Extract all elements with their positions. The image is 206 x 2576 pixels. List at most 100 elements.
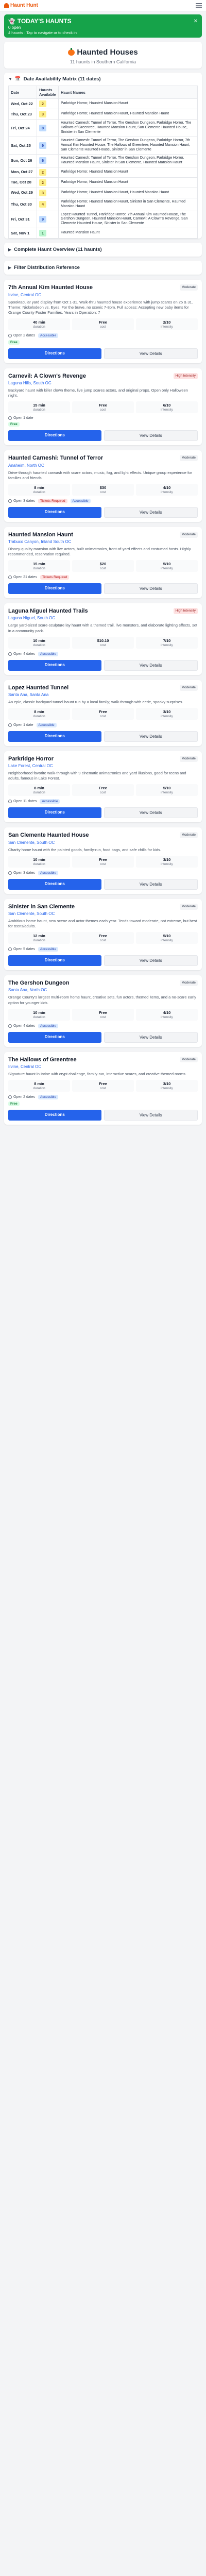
close-icon[interactable]: ✕: [194, 19, 198, 24]
haunt-stat: $20 cost: [72, 560, 134, 572]
haunt-name[interactable]: The Hallows of Greentree: [8, 1057, 77, 1063]
haunt-name[interactable]: Laguna Niguel Haunted Trails: [8, 608, 88, 615]
matrix-row: Thu, Oct 23 3 Parkridge Horror, Haunted Ma…: [8, 109, 198, 120]
directions-button[interactable]: Directions: [8, 878, 101, 890]
date-matrix-toggle[interactable]: ▼ 📅 Date Availability Matrix (11 dates): [4, 73, 202, 86]
haunt-location[interactable]: Santa Ana, Santa Ana: [8, 692, 198, 697]
matrix-row: Tue, Oct 28 2 Parkridge Horror, Haunted Ma…: [8, 177, 198, 188]
view-details-button[interactable]: View Details: [104, 583, 198, 595]
haunt-card[interactable]: Haunted Mansion Haunt Moderate Trabuco Can…: [4, 527, 202, 599]
view-details-button[interactable]: View Details: [104, 807, 198, 819]
directions-button[interactable]: Directions: [8, 506, 101, 518]
haunt-card[interactable]: Laguna Niguel Haunted Trails High Intensi…: [4, 603, 202, 675]
matrix-haunt-names: Parkridge Horror, Haunted Mansion Haunt,…: [58, 109, 198, 120]
haunt-name[interactable]: Haunted Carneshi: Tunnel of Terror: [8, 455, 103, 462]
matrix-haunt-names: Haunted Carnesh: Tunnel of Terror, The G…: [58, 119, 198, 137]
haunt-card[interactable]: 7th Annual Kim Haunted House Moderate Irvi…: [4, 280, 202, 363]
free-badge: Free: [8, 1101, 20, 1106]
haunt-card[interactable]: Parkridge Horror Moderate Lake Forest, Cen…: [4, 751, 202, 823]
matrix-count: 2: [39, 179, 46, 186]
haunt-name[interactable]: Haunted Mansion Haunt: [8, 532, 73, 538]
haunt-location[interactable]: Santa Ana, North OC: [8, 988, 198, 992]
open-dates: Open 1 date: [8, 416, 33, 420]
intensity-badge: Moderate: [179, 455, 198, 462]
view-details-button[interactable]: View Details: [104, 731, 198, 742]
haunt-name[interactable]: The Gershon Dungeon: [8, 980, 70, 987]
haunt-card[interactable]: Sinister in San Clemente Moderate San Clem…: [4, 899, 202, 971]
stat-label: duration: [33, 715, 45, 719]
haunt-stats: 10 min duration Free cost 3/10 intensity: [8, 855, 198, 868]
directions-button[interactable]: Directions: [8, 348, 101, 359]
directions-button[interactable]: Directions: [8, 1031, 101, 1043]
stat-label: duration: [33, 862, 45, 866]
view-details-button[interactable]: View Details: [104, 955, 198, 967]
app-logo[interactable]: Haunt Hunt: [4, 3, 38, 8]
directions-button[interactable]: Directions: [8, 659, 101, 671]
matrix-row: Fri, Oct 31 9 Lopez Haunted Tunnel, Parkri…: [8, 210, 198, 229]
matrix-count-cell: 8: [37, 119, 59, 137]
haunt-name[interactable]: 7th Annual Kim Haunted House: [8, 284, 93, 291]
haunt-location[interactable]: Laguna Hills, South OC: [8, 381, 198, 385]
haunt-name[interactable]: Sinister in San Clemente: [8, 904, 75, 910]
directions-button[interactable]: Directions: [8, 731, 101, 742]
haunt-stats: 15 min duration $20 cost 5/10 intensity: [8, 560, 198, 572]
todays-haunts-banner[interactable]: 👻 TODAY'S HAUNTS ✕ 0 open 4 haunts · Tap…: [4, 14, 202, 38]
haunt-location[interactable]: San Clemente, South OC: [8, 911, 198, 916]
haunt-name[interactable]: Lopez Haunted Tunnel: [8, 685, 68, 691]
haunt-location[interactable]: Irvine, Central OC: [8, 1064, 198, 1069]
haunt-card[interactable]: The Gershon Dungeon Moderate Santa Ana, No…: [4, 975, 202, 1047]
directions-button[interactable]: Directions: [8, 807, 101, 819]
haunt-location[interactable]: Lake Forest, Central OC: [8, 764, 198, 768]
haunt-card[interactable]: Haunted Carneshi: Tunnel of Terror Modera…: [4, 450, 202, 522]
haunt-stat: 8 min duration: [8, 1079, 70, 1092]
matrix-count: 1: [39, 230, 46, 237]
matrix-row: Wed, Oct 29 3 Parkridge Horror, Haunted Ma…: [8, 187, 198, 198]
view-details-button[interactable]: View Details: [104, 1109, 198, 1121]
view-details-button[interactable]: View Details: [104, 1031, 198, 1043]
col-date: Date: [8, 86, 37, 99]
matrix-count-cell: 3: [37, 187, 59, 198]
haunt-card[interactable]: Carnevil: A Clown's Revenge High Intensit…: [4, 368, 202, 446]
haunt-card[interactable]: The Hallows of Greentree Moderate Irvine, …: [4, 1052, 202, 1125]
haunt-card[interactable]: Lopez Haunted Tunnel Moderate Santa Ana, S…: [4, 680, 202, 747]
haunt-name[interactable]: Carnevil: A Clown's Revenge: [8, 373, 86, 380]
view-details-button[interactable]: View Details: [104, 506, 198, 518]
haunt-location[interactable]: San Clemente, South OC: [8, 840, 198, 845]
haunt-stats: 15 min duration Free cost 6/10 intensity: [8, 401, 198, 414]
matrix-count-cell: 9: [37, 136, 59, 155]
clock-icon: [8, 1095, 12, 1099]
top-bar: Haunt Hunt: [0, 0, 206, 11]
complete-overview-toggle[interactable]: ▶ Complete Haunt Overview (11 haunts): [4, 243, 202, 257]
haunt-location[interactable]: Irvine, Central OC: [8, 293, 198, 297]
haunt-name[interactable]: Parkridge Horror: [8, 756, 54, 762]
view-details-button[interactable]: View Details: [104, 659, 198, 671]
haunt-stat: 12 min duration: [8, 932, 70, 944]
hamburger-menu-icon[interactable]: [196, 3, 202, 8]
open-dates-text: Open 1 date: [13, 723, 33, 727]
haunt-stat: 10 min duration: [8, 855, 70, 868]
chevron-down-icon: ▼: [8, 77, 12, 81]
filter-reference-toggle[interactable]: ▶ Filter Distribution Reference: [4, 261, 202, 275]
haunt-name[interactable]: San Clemente Haunted House: [8, 832, 89, 839]
haunt-actions: Directions View Details: [8, 731, 198, 742]
haunt-location[interactable]: Anaheim, North OC: [8, 463, 198, 468]
directions-button[interactable]: Directions: [8, 1109, 101, 1121]
accessible-badge: Accessible: [38, 947, 59, 952]
view-details-button[interactable]: View Details: [104, 430, 198, 442]
open-dates: Open 2 dates: [8, 333, 35, 337]
stat-value: Free: [99, 934, 107, 939]
open-dates: Open 4 dates: [8, 1024, 35, 1028]
haunt-location[interactable]: Trabuco Canyon, Inland South OC: [8, 539, 198, 544]
directions-button[interactable]: Directions: [8, 430, 101, 442]
view-details-button[interactable]: View Details: [104, 878, 198, 890]
stat-value: 6/10: [163, 403, 171, 408]
view-details-button[interactable]: View Details: [104, 348, 198, 359]
directions-button[interactable]: Directions: [8, 583, 101, 595]
haunt-meta: Open 5 dates Accessible: [8, 947, 198, 952]
matrix-date: Fri, Oct 24: [8, 119, 37, 137]
haunt-card[interactable]: San Clemente Haunted House Moderate San Cl…: [4, 827, 202, 894]
directions-button[interactable]: Directions: [8, 955, 101, 967]
haunt-location[interactable]: Laguna Niguel, South OC: [8, 616, 198, 620]
accessible-badge: Accessible: [70, 498, 91, 503]
matrix-row: Sat, Nov 1 1 Haunted Mansion Haunt: [8, 228, 198, 239]
